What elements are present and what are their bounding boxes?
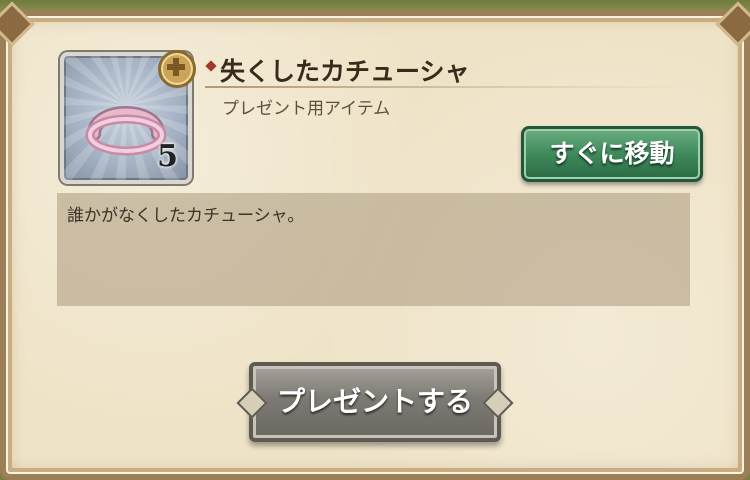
move-now-button[interactable]: すぐに移動: [521, 126, 703, 182]
present-button-label: プレゼントする: [276, 385, 473, 418]
title-divider: [205, 86, 685, 88]
item-type-label: プレゼント用アイテム: [222, 99, 391, 119]
item-type-badge-icon: [158, 50, 196, 88]
item-quantity: 5: [157, 139, 178, 174]
item-icon-frame: 5: [60, 50, 196, 184]
item-name: 失くしたカチューシャ: [220, 57, 470, 86]
present-button[interactable]: プレゼントする: [236, 362, 514, 442]
item-description: 誰かがなくしたカチューシャ。: [67, 206, 305, 226]
item-description-box: 誰かがなくしたカチューシャ。: [57, 193, 690, 306]
